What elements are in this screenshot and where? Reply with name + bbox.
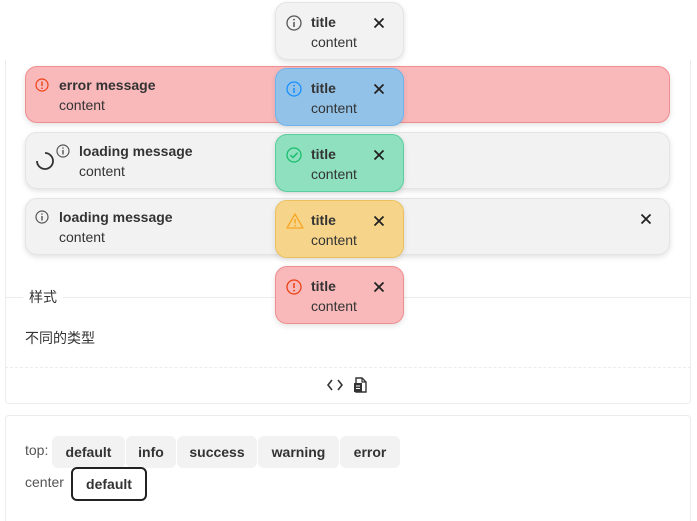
info-icon bbox=[35, 210, 49, 224]
notification-title: error message bbox=[59, 77, 156, 93]
copy-icon[interactable] bbox=[353, 377, 367, 393]
toast-title: title bbox=[311, 212, 336, 228]
section-title: 样式 bbox=[23, 287, 63, 307]
info-icon bbox=[56, 144, 70, 158]
center-label: center bbox=[25, 474, 64, 490]
code-icon[interactable] bbox=[327, 377, 343, 393]
toast-title: title bbox=[311, 146, 336, 162]
notification-content: content bbox=[79, 163, 125, 179]
top-info-button[interactable]: info bbox=[126, 436, 176, 468]
toast-content: content bbox=[311, 166, 357, 182]
code-tools bbox=[327, 377, 367, 393]
notification-title: loading message bbox=[79, 143, 193, 159]
error-icon bbox=[286, 279, 302, 295]
toast-default: title content bbox=[275, 2, 404, 60]
error-icon bbox=[35, 78, 49, 92]
notification-content: content bbox=[59, 97, 105, 113]
toast-content: content bbox=[311, 298, 357, 314]
info-icon bbox=[286, 81, 302, 97]
close-icon[interactable] bbox=[373, 280, 385, 293]
toast-info: title content bbox=[275, 68, 404, 126]
top-default-button[interactable]: default bbox=[52, 436, 125, 468]
loading-spinner-icon bbox=[35, 151, 55, 171]
toast-title: title bbox=[311, 14, 336, 30]
section-description: 不同的类型 bbox=[25, 330, 95, 346]
top-warning-button[interactable]: warning bbox=[258, 436, 339, 468]
top-success-button[interactable]: success bbox=[177, 436, 257, 468]
toast-content: content bbox=[311, 100, 357, 116]
toast-success: title content bbox=[275, 134, 404, 192]
notification-title: loading message bbox=[59, 209, 173, 225]
toast-content: content bbox=[311, 232, 357, 248]
toast-content: content bbox=[311, 34, 357, 50]
toast-error: title content bbox=[275, 266, 404, 324]
close-icon[interactable] bbox=[373, 82, 385, 95]
warning-icon bbox=[286, 213, 304, 229]
toast-title: title bbox=[311, 80, 336, 96]
info-icon bbox=[286, 15, 302, 31]
close-icon[interactable] bbox=[373, 148, 385, 161]
close-icon[interactable] bbox=[373, 16, 385, 29]
notification-content: content bbox=[59, 229, 105, 245]
close-icon[interactable] bbox=[640, 212, 652, 225]
check-circle-icon bbox=[286, 147, 302, 163]
top-label: top: bbox=[25, 442, 49, 458]
dashed-divider bbox=[5, 367, 691, 368]
close-icon[interactable] bbox=[373, 214, 385, 227]
toast-title: title bbox=[311, 278, 336, 294]
top-error-button[interactable]: error bbox=[340, 436, 400, 468]
center-default-button[interactable]: default bbox=[71, 467, 147, 501]
toast-warning: title content bbox=[275, 200, 404, 258]
